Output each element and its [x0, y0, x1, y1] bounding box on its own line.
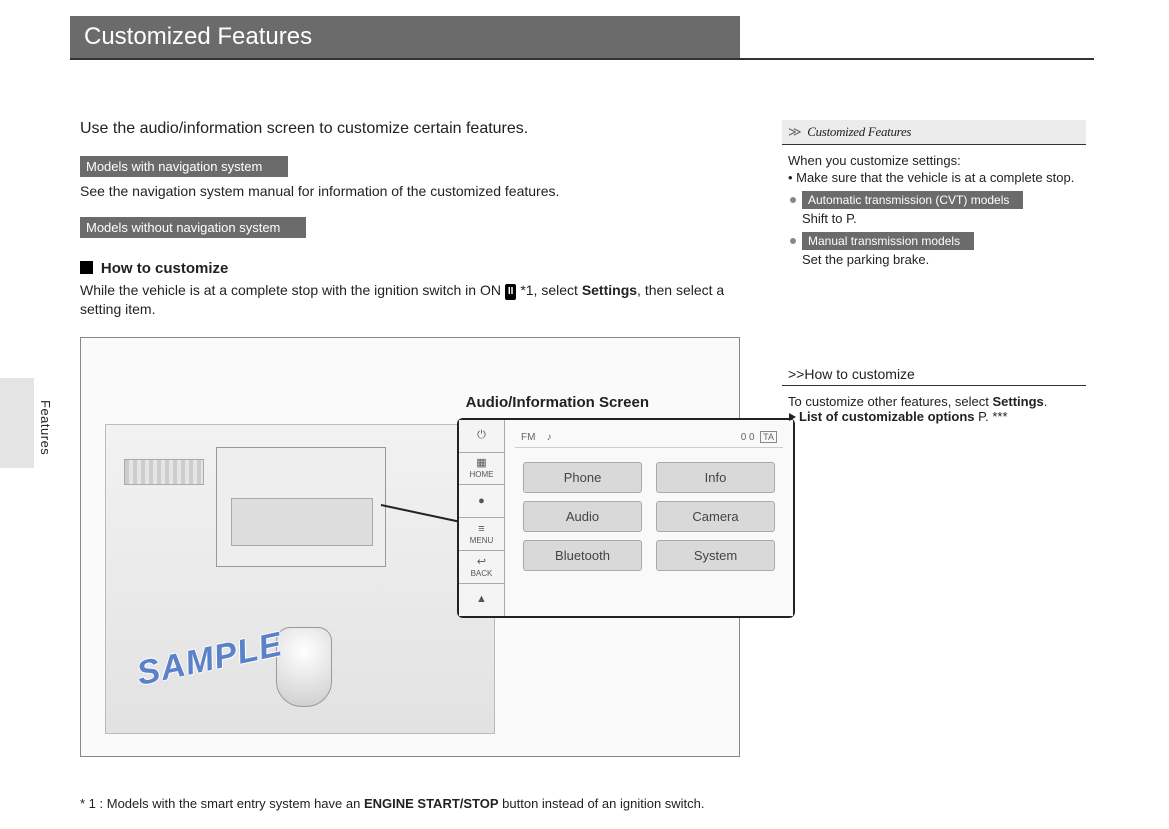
ignition-position-icon: II — [505, 284, 517, 300]
system-tile[interactable]: System — [656, 540, 775, 571]
models-with-nav-chip: Models with navigation system — [80, 156, 288, 177]
camera-tile[interactable]: Camera — [656, 501, 775, 532]
side-header: ≫ Customized Features — [782, 120, 1086, 145]
manual-transmission-chip: Manual transmission models — [802, 232, 974, 250]
dashboard-screen-small — [231, 498, 373, 546]
manual-transmission-text: Set the parking brake. — [802, 252, 974, 267]
hardware-button-strip: ⏻ ▦HOME ● ≡MENU ↩BACK ▲ — [459, 420, 505, 616]
sec2-line1: To customize other features, select Sett… — [788, 394, 1080, 409]
sec2-line2: List of customizable options P. *** — [788, 409, 1080, 424]
bluetooth-tile[interactable]: Bluetooth — [523, 540, 642, 571]
bullet-complete-stop: • Make sure that the vehicle is at a com… — [788, 170, 1080, 185]
status-right: 0 0 — [741, 432, 755, 443]
sec2-settings-bold: Settings — [992, 394, 1043, 409]
auto-transmission-text: Shift to P. — [802, 211, 1023, 226]
sec2-line2-bold: List of customizable options — [799, 409, 975, 424]
bullet-icon — [790, 197, 796, 203]
audio-info-label: Audio/Information Screen — [466, 394, 649, 411]
title-rule — [70, 58, 1094, 60]
bullet-icon — [790, 238, 796, 244]
status-bar: FM ♪ 0 0 TA — [515, 428, 783, 448]
footnote-prefix: * 1 : Models with the smart entry system… — [80, 796, 364, 811]
side-block-2: To customize other features, select Sett… — [782, 386, 1086, 424]
side-column: ≫ Customized Features When you customize… — [782, 120, 1086, 424]
side-block-1: When you customize settings: • Make sure… — [782, 145, 1086, 267]
section2-title: How to customize — [804, 366, 914, 382]
back-arrow-icon: ↩ — [477, 557, 486, 568]
ta-badge: TA — [760, 431, 777, 443]
when-customize-lead: When you customize settings: — [788, 153, 1080, 168]
footnote: * 1 : Models with the smart entry system… — [80, 796, 760, 811]
section-tab-label: Features — [38, 400, 53, 455]
how-to-customize-paragraph: While the vehicle is at a complete stop … — [80, 281, 740, 319]
auto-transmission-chip: Automatic transmission (CVT) models — [802, 191, 1023, 209]
music-note-icon: ♪ — [547, 432, 552, 443]
models-without-nav-chip: Models without navigation system — [80, 217, 306, 238]
home-button[interactable]: ▦HOME — [459, 453, 504, 486]
grid-icon: ▦ — [476, 458, 486, 469]
breadcrumb-arrows: ≫ — [788, 124, 804, 139]
para-part2: *1, select — [516, 282, 581, 298]
side-section-2-header: >>How to customize — [782, 363, 1086, 386]
dashboard-vent — [124, 459, 204, 485]
how-to-customize-heading: How to customize — [80, 260, 740, 277]
dashboard-shifter — [276, 627, 332, 707]
chevron-up-icon: ▲ — [476, 594, 487, 605]
power-icon: ⏻ — [477, 430, 486, 441]
footnote-suffix: button instead of an ignition switch. — [499, 796, 705, 811]
settings-grid: Phone Info Audio Camera Bluetooth System — [515, 458, 783, 575]
info-tile[interactable]: Info — [656, 462, 775, 493]
touch-screen-body: FM ♪ 0 0 TA Phone Info Audio Camera Blue… — [505, 420, 793, 616]
audio-tile[interactable]: Audio — [523, 501, 642, 532]
sec2-text-a: To customize other features, select — [788, 394, 992, 409]
heading-square-icon — [80, 261, 93, 274]
nav-button[interactable]: ● — [459, 485, 504, 518]
audio-info-screen-callout: ⏻ ▦HOME ● ≡MENU ↩BACK ▲ FM ♪ 0 0 TA — [457, 418, 795, 618]
intro-text: Use the audio/information screen to cust… — [80, 120, 740, 138]
footnote-bold: ENGINE START/STOP — [364, 796, 499, 811]
phone-tile[interactable]: Phone — [523, 462, 642, 493]
page-title: Customized Features — [84, 23, 312, 50]
menu-button[interactable]: ≡MENU — [459, 518, 504, 551]
sec2-text-b: . — [1044, 394, 1048, 409]
dashboard-image: SAMPLE — [105, 424, 495, 734]
list-icon: ≡ — [478, 524, 484, 535]
target-icon: ● — [478, 496, 485, 507]
auto-transmission-bullet: Automatic transmission (CVT) models Shif… — [788, 191, 1080, 226]
section2-arrows: >> — [788, 366, 804, 382]
manual-transmission-bullet: Manual transmission models Set the parki… — [788, 232, 1080, 267]
audio-screen-figure: Audio/Information Screen SAMPLE ⏻ ▦HOME … — [80, 337, 740, 757]
page-title-bar: Customized Features — [70, 16, 740, 58]
models-with-nav-text: See the navigation system manual for inf… — [80, 183, 740, 199]
sample-watermark: SAMPLE — [134, 625, 287, 694]
back-button[interactable]: ↩BACK — [459, 551, 504, 584]
dashboard-center-stack — [216, 447, 386, 567]
sec2-line2-suffix: P. *** — [975, 409, 1008, 424]
main-column: Use the audio/information screen to cust… — [80, 120, 740, 757]
arrow-right-icon — [789, 413, 796, 421]
para-settings-bold: Settings — [582, 282, 637, 298]
section-tab-bg — [0, 378, 34, 468]
para-part1: While the vehicle is at a complete stop … — [80, 282, 505, 298]
volume-button[interactable]: ▲ — [459, 584, 504, 616]
source-label: FM — [521, 432, 535, 443]
heading-text: How to customize — [101, 260, 229, 277]
power-button[interactable]: ⏻ — [459, 420, 504, 453]
breadcrumb-title: Customized Features — [807, 124, 911, 139]
